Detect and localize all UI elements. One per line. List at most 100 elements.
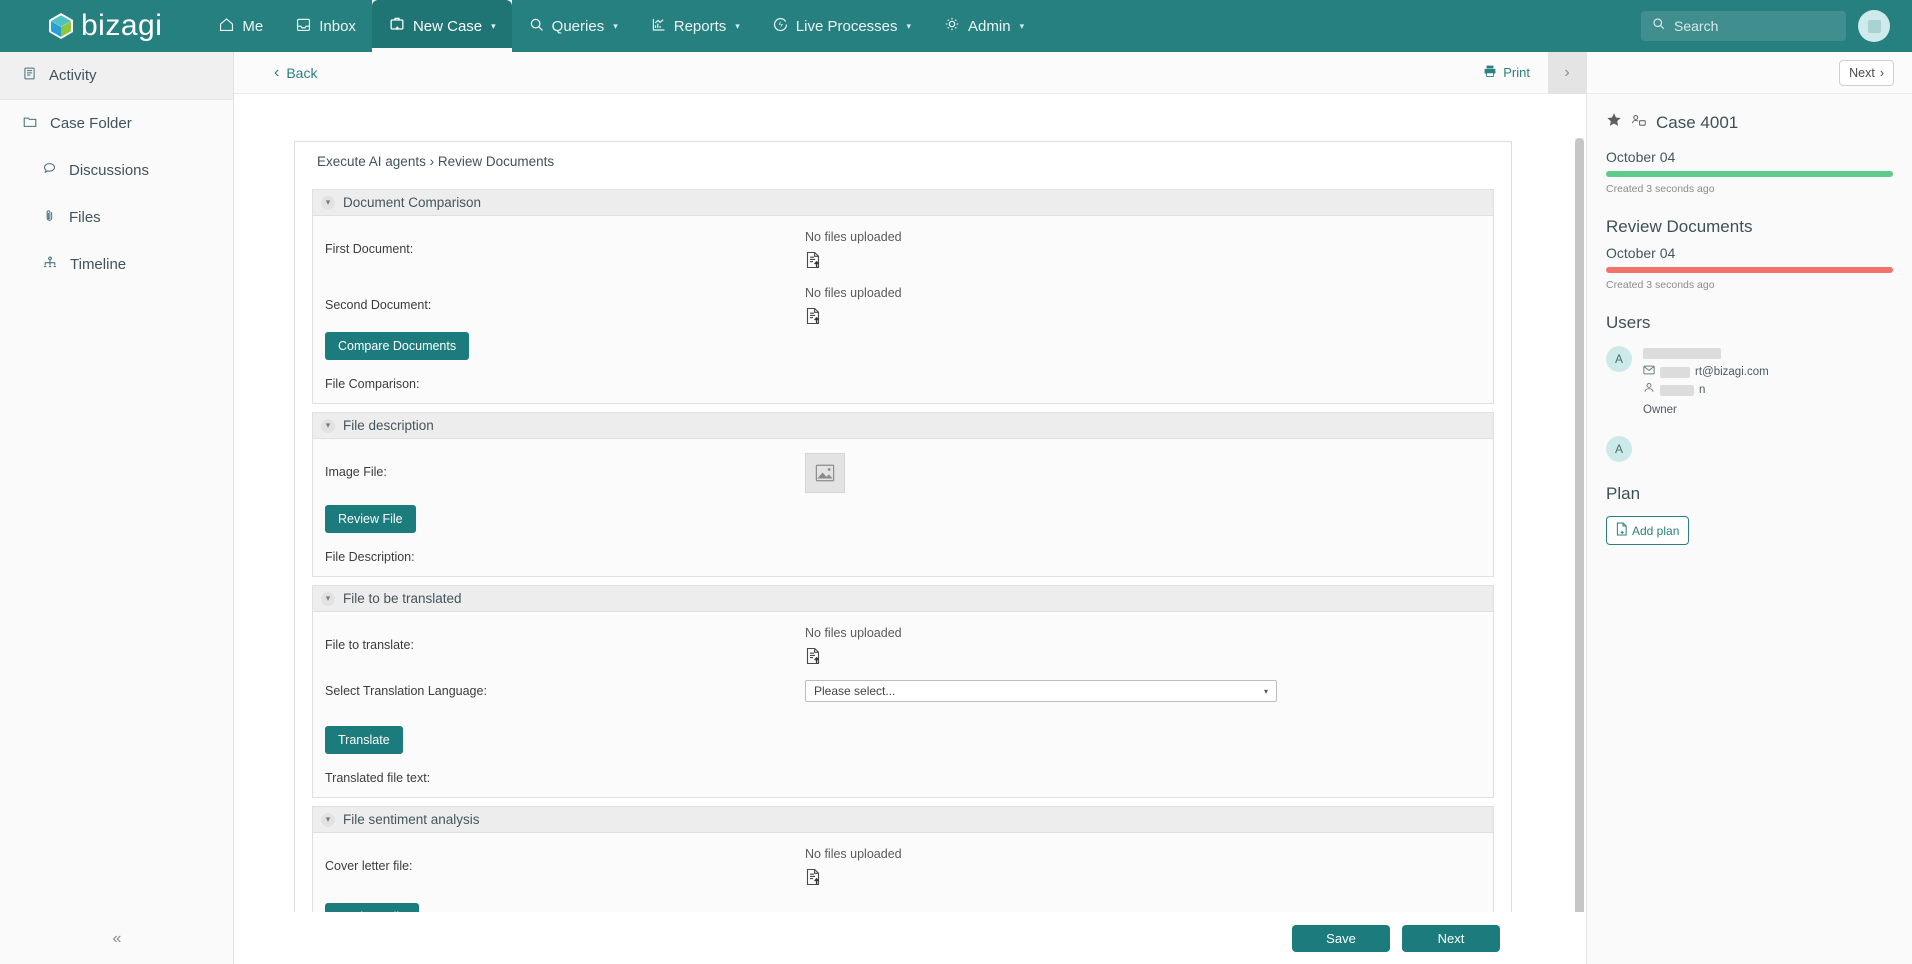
nav-label: New Case [412,17,483,35]
nav-item-live-processes[interactable]: Live Processes ▾ [756,0,927,52]
comment-icon [42,161,57,180]
chart-icon [650,16,667,37]
sidebar-item-timeline[interactable]: Timeline [0,241,233,288]
section-header[interactable]: ▾ File sentiment analysis [313,807,1493,833]
chevron-down-icon: ▾ [613,20,618,31]
print-label: Print [1503,65,1530,80]
field-label: Second Document: [325,298,432,312]
panel-next-button[interactable]: Next › [1839,59,1894,86]
form-sections: ▾ Document Comparison First Document: No… [295,189,1511,964]
live-process-icon [772,16,789,37]
file-upload-icon[interactable] [805,251,1481,274]
sidebar-item-case-folder[interactable]: Case Folder [0,100,233,147]
section-header[interactable]: ▾ Document Comparison [313,190,1493,216]
print-button[interactable]: Print [1483,64,1530,81]
avatar: A [1606,346,1632,372]
image-upload-thumbnail[interactable] [805,453,845,493]
user-avatar[interactable] [1858,10,1890,42]
section-title: File to be translated [343,591,462,606]
case-title-row: Case 4001 [1606,112,1893,133]
nav-label: Queries [551,17,605,35]
right-panel-content: Case 4001 October 04 Created 3 seconds a… [1587,94,1912,546]
chevron-down-icon: ▾ [1263,686,1268,696]
back-button[interactable]: ‹ Back [274,64,318,81]
bizagi-cube-icon [48,12,74,40]
field-value: Please select... ▾ [805,680,1481,702]
brand-name: bizagi [81,9,163,42]
sidebar-collapse-button[interactable]: « [0,922,234,956]
user-list-item[interactable]: A [1606,436,1893,463]
section-header[interactable]: ▾ File to be translated [313,586,1493,612]
user-username-row: n [1643,382,1769,400]
sidebar-item-label: Case Folder [50,115,132,132]
favorite-star-icon[interactable] [1606,112,1622,133]
sidebar-item-label: Discussions [69,162,150,179]
form-row-second-document: Second Document: No files uploaded [325,286,1481,330]
next-button[interactable]: Next [1402,924,1500,952]
case-date: October 04 [1606,149,1676,165]
sidebar-item-files[interactable]: Files [0,194,233,241]
case-created-text: Created 3 seconds ago [1606,183,1715,195]
file-upload-icon[interactable] [805,307,1481,330]
main-toolbar: ‹ Back Print › [234,51,1586,94]
user-list-item[interactable]: A rt@bizagi.com n Owner [1606,346,1893,420]
nav-item-reports[interactable]: Reports ▾ [634,0,756,52]
activity-form: ▾ Document Comparison First Document: No… [294,181,1512,964]
gear-icon [943,15,961,37]
file-description-label: File Description: [325,550,415,564]
section-body: File to translate: No files uploaded Sel… [313,612,1493,797]
add-plan-button[interactable]: Add plan [1606,516,1690,546]
nav-item-inbox[interactable]: Inbox [279,0,372,52]
user-email-suffix: rt@bizagi.com [1695,365,1769,378]
field-label: Cover letter file: [325,859,413,873]
breadcrumb-text: Execute AI agents › Review Documents [317,154,555,169]
search-input[interactable]: Search [1641,11,1846,41]
sidebar-item-label: Files [69,209,101,226]
activity-created-text: Created 3 seconds ago [1606,279,1715,291]
file-upload-icon[interactable] [805,647,1481,670]
translation-language-select[interactable]: Please select... ▾ [805,680,1277,702]
folder-icon [22,114,38,133]
user-details: rt@bizagi.com n Owner [1643,346,1769,420]
section-file-description: ▾ File description Image File: Review Fi… [312,412,1494,577]
section-title: File description [343,418,434,433]
bizagi-logo[interactable]: bizagi [48,11,162,41]
file-comparison-label: File Comparison: [325,377,420,391]
redacted-block [1660,367,1690,379]
main-scrollbar[interactable] [1575,138,1584,964]
save-button[interactable]: Save [1292,924,1390,952]
home-icon [218,16,235,37]
field-value: No files uploaded [805,286,1481,330]
nav-item-admin[interactable]: Admin ▾ [927,0,1040,52]
sidebar-item-label: Timeline [70,256,127,273]
expand-panel-button[interactable]: › [1548,51,1586,94]
nav-item-me[interactable]: Me [202,0,279,52]
translate-button[interactable]: Translate [325,726,403,754]
user-username-suffix: n [1699,383,1706,396]
sidebar-item-discussions[interactable]: Discussions [0,147,233,194]
chevron-down-icon: ▾ [321,418,335,433]
sidebar-item-activity[interactable]: Activity [0,52,233,99]
share-case-icon[interactable] [1631,112,1647,133]
back-label: Back [286,64,318,81]
file-upload-icon[interactable] [805,868,1481,891]
section-header[interactable]: ▾ File description [313,413,1493,439]
chevron-down-icon: ▾ [321,591,335,606]
chevron-down-icon: ▾ [321,812,335,827]
scrollbar-thumb[interactable] [1575,138,1584,964]
form-row-cover-letter-file: Cover letter file: No files uploaded [325,847,1481,891]
review-file-button[interactable]: Review File [325,505,416,533]
paperclip-icon [42,208,57,227]
field-label: Select Translation Language: [325,684,487,698]
user-name-redacted [1643,346,1769,364]
form-footer-actions: Save Next [234,912,1586,964]
document-plus-icon [1616,522,1628,539]
nav-label: Admin [968,17,1011,35]
compare-documents-button[interactable]: Compare Documents [325,332,470,360]
activity-title: Review Documents [1606,217,1753,236]
nav-item-new-case[interactable]: New Case ▾ [371,0,512,52]
form-row-file-to-translate: File to translate: No files uploaded [325,626,1481,670]
form-row-translation-language: Select Translation Language: Please sele… [325,680,1481,716]
nav-item-queries[interactable]: Queries ▾ [512,0,634,52]
section-body: First Document: No files uploaded Second… [313,216,1493,403]
